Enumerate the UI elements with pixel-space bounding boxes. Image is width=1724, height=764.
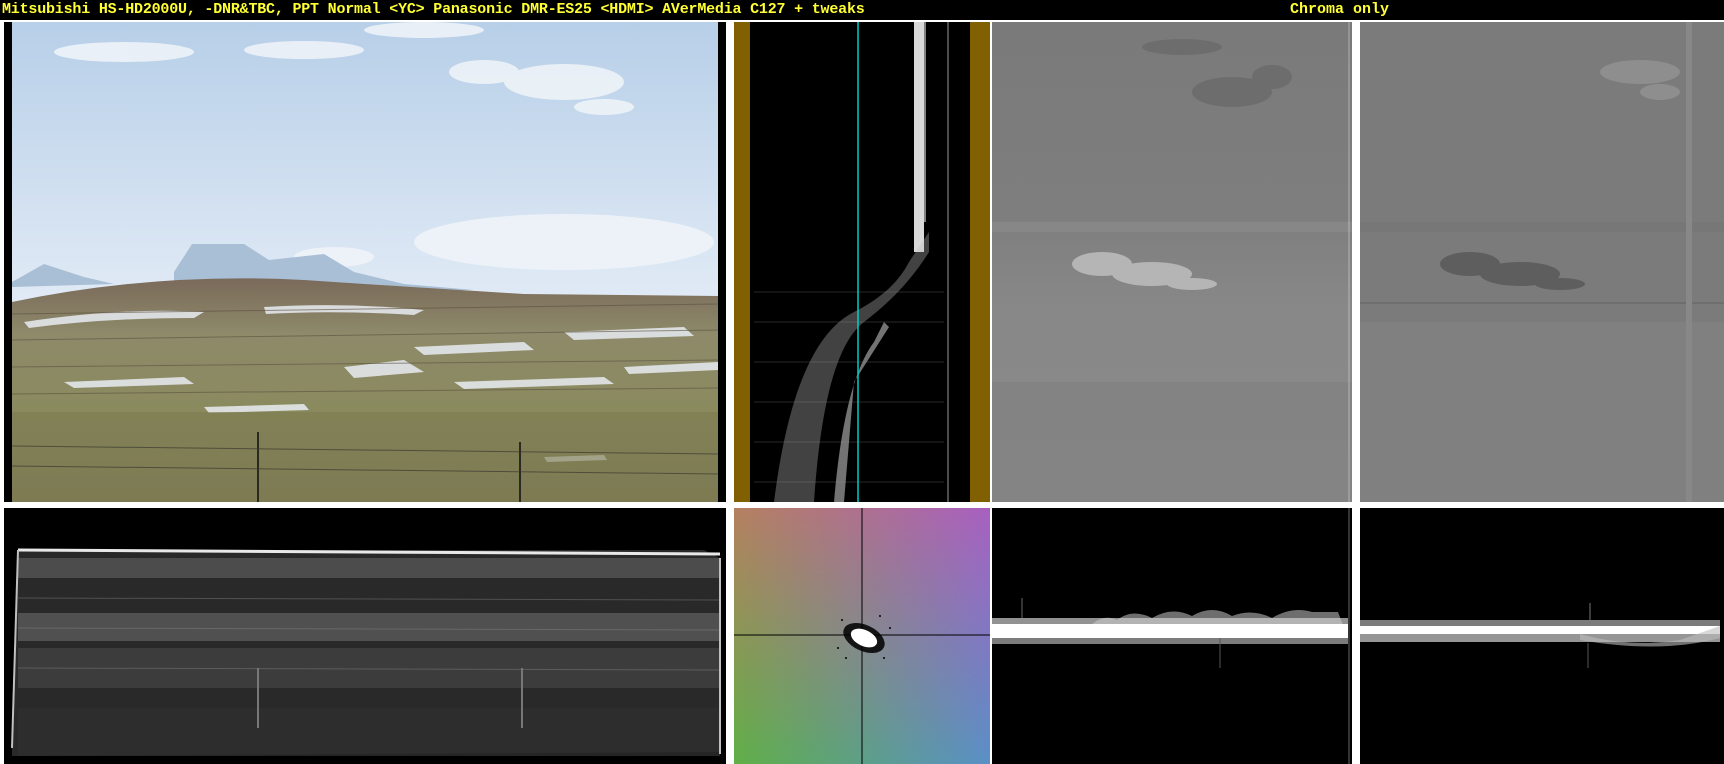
u-waveform	[992, 508, 1352, 764]
chroma-u-plane	[992, 22, 1352, 502]
vertical-waveform	[734, 22, 990, 502]
source-chain-title: Mitsubishi HS-HD2000U, -DNR&TBC, PPT Nor…	[2, 1, 865, 18]
v-waveform	[1360, 508, 1724, 764]
video-frame	[4, 22, 726, 502]
vectorscope	[734, 508, 990, 764]
title-bar: Mitsubishi HS-HD2000U, -DNR&TBC, PPT Nor…	[0, 0, 1724, 20]
chroma-v-plane	[1360, 22, 1724, 502]
luma-waveform	[4, 508, 726, 764]
mode-label: Chroma only	[1290, 1, 1390, 18]
